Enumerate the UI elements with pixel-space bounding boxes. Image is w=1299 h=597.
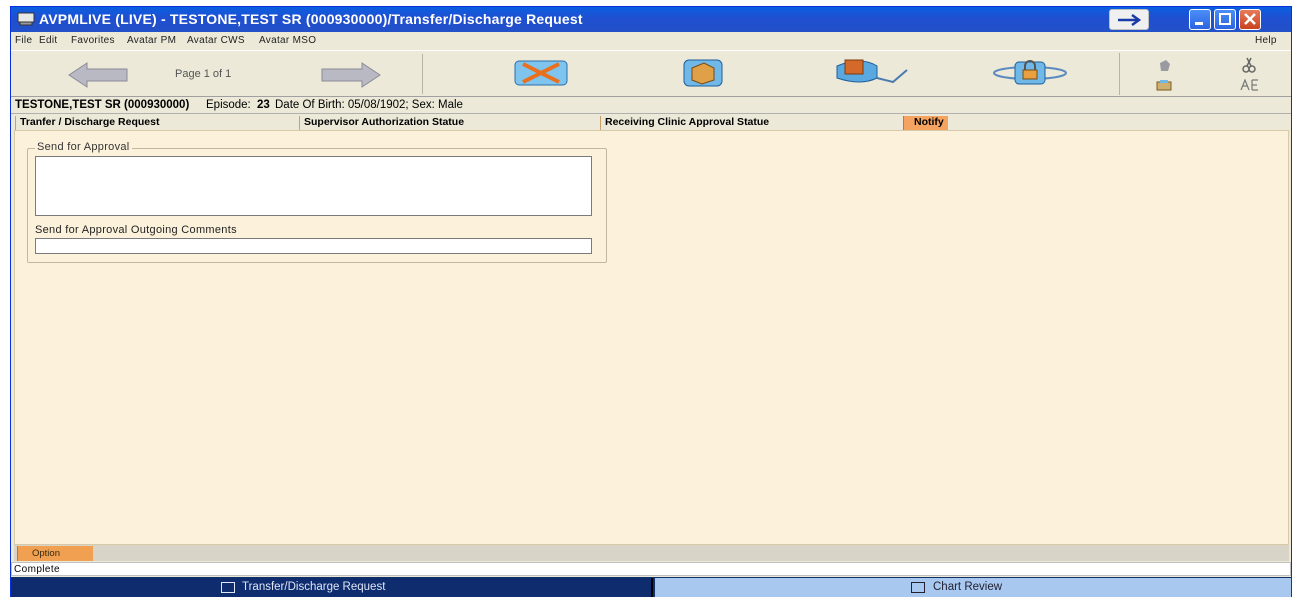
folder-icon[interactable] [678, 56, 728, 90]
menu-help[interactable]: Help [1255, 35, 1277, 46]
menu-bar: File Edit Favorites Avatar PM Avatar CWS… [11, 32, 1291, 50]
status-text: Complete [14, 564, 60, 575]
menu-avatar-pm[interactable]: Avatar PM [127, 35, 176, 46]
clear-form-icon[interactable] [511, 56, 571, 90]
outgoing-comments-field[interactable] [35, 238, 592, 254]
form-content: Send for Approval Send for Approval Outg… [14, 130, 1289, 545]
spellcheck-icon[interactable] [1156, 79, 1172, 91]
switch-arrow-button[interactable] [1109, 9, 1149, 30]
patient-demographics: Date Of Birth: 05/08/1902; Sex: Male [275, 99, 463, 111]
send-for-approval-group: Send for Approval Send for Approval Outg… [27, 141, 607, 263]
task-chart-review[interactable]: Chart Review [655, 578, 1291, 597]
back-arrow-icon[interactable] [67, 61, 129, 89]
patient-name: TESTONE,TEST SR (000930000) [15, 99, 190, 111]
forward-arrow-icon[interactable] [320, 61, 382, 89]
tab-supervisor-authorization[interactable]: Supervisor Authorization Statue [299, 116, 464, 130]
minimize-icon [1195, 22, 1203, 25]
title-bar[interactable]: AVPMLIVE (LIVE) - TESTONE,TEST SR (00093… [11, 7, 1291, 32]
utility-panel [1119, 53, 1287, 95]
close-icon [1244, 13, 1256, 25]
notes-icon[interactable] [1158, 59, 1172, 73]
status-bar: Complete [11, 562, 1291, 576]
option-tab[interactable]: Option [17, 546, 93, 561]
form-tabs: Tranfer / Discharge Request Supervisor A… [15, 115, 1291, 130]
page-indicator: Page 1 of 1 [175, 68, 232, 80]
page-navigator: Page 1 of 1 [15, 54, 423, 94]
tab-notify[interactable]: Notify [903, 116, 948, 130]
group-title: Send for Approval [35, 141, 132, 153]
form-icon [221, 582, 235, 593]
close-button[interactable] [1239, 9, 1261, 30]
minimize-button[interactable] [1189, 9, 1211, 30]
scissors-icon[interactable] [1242, 57, 1256, 73]
application-window: AVPMLIVE (LIVE) - TESTONE,TEST SR (00093… [10, 6, 1292, 597]
episode-label: Episode: [206, 99, 251, 111]
tab-receiving-clinic-approval[interactable]: Receiving Clinic Approval Statue [600, 116, 769, 130]
toolbar: Page 1 of 1 [11, 50, 1291, 97]
form-icon [911, 582, 925, 593]
option-strip: Option [14, 545, 1289, 561]
app-icon [17, 12, 35, 26]
form-taskbar: Transfer/Discharge Request Chart Review [11, 577, 1291, 597]
right-arrow-icon [1118, 13, 1142, 27]
send-for-approval-field[interactable] [35, 156, 592, 216]
outgoing-comments-label: Send for Approval Outgoing Comments [35, 224, 237, 236]
task-label: Transfer/Discharge Request [242, 581, 386, 593]
maximize-button[interactable] [1214, 9, 1236, 30]
patient-header: TESTONE,TEST SR (000930000) Episode: 23 … [11, 97, 1291, 114]
submit-icon[interactable] [831, 56, 911, 90]
task-transfer-discharge-request[interactable]: Transfer/Discharge Request [11, 578, 653, 597]
lock-icon[interactable] [991, 56, 1069, 90]
menu-edit[interactable]: Edit [39, 35, 57, 46]
menu-avatar-cws[interactable]: Avatar CWS [187, 35, 245, 46]
tab-transfer-discharge-request[interactable]: Tranfer / Discharge Request [15, 116, 159, 130]
menu-favorites[interactable]: Favorites [71, 35, 115, 46]
menu-avatar-mso[interactable]: Avatar MSO [259, 35, 316, 46]
window-title: AVPMLIVE (LIVE) - TESTONE,TEST SR (00093… [39, 11, 583, 27]
menu-file[interactable]: File [15, 35, 32, 46]
abc-check-icon[interactable] [1240, 79, 1260, 91]
maximize-icon [1219, 13, 1231, 25]
episode-number: 23 [257, 99, 270, 111]
task-label: Chart Review [933, 581, 1003, 593]
